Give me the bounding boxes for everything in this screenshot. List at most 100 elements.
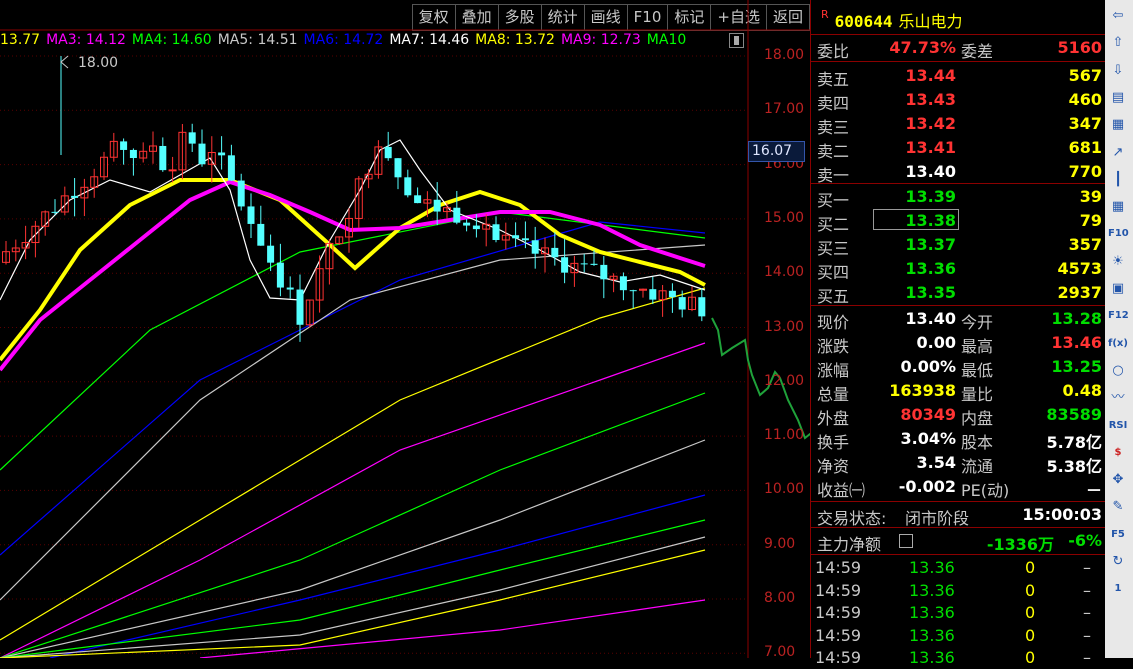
stat-value-2: 13.46 bbox=[1051, 333, 1102, 352]
buy-row[interactable]: 买五 13.35 2937 bbox=[811, 281, 1106, 306]
stat-row: 总量 163938 量比 0.48 bbox=[811, 379, 1106, 404]
pencil-icon[interactable]: ✎ bbox=[1108, 497, 1128, 517]
stat-label-2: 最高 bbox=[961, 337, 994, 356]
buy-volume: 39 bbox=[1079, 187, 1102, 206]
weicha-label: 委差 bbox=[961, 42, 994, 61]
buy-row[interactable]: 买一 13.39 39 bbox=[811, 185, 1106, 210]
price-axis-label: 14.00 bbox=[764, 264, 805, 281]
kline-chart-area[interactable]: 复权 叠加 多股 统计 画线 F10 标记 +自选 返回 13.77 MA3: 14.12 MA4:… bbox=[0, 0, 810, 660]
sell-row[interactable]: 卖三 13.42 347 bbox=[811, 112, 1106, 137]
wave-icon[interactable]: 〰 bbox=[1108, 388, 1128, 408]
s-dollar-icon[interactable]: $ bbox=[1108, 443, 1128, 463]
sell-price: 13.43 bbox=[905, 90, 956, 109]
bulb-icon[interactable]: ☀ bbox=[1108, 252, 1128, 272]
main-flow-row[interactable]: 主力净额 -1336万 -6% bbox=[811, 529, 1106, 554]
candle-body bbox=[227, 155, 235, 181]
stat-value: 0.00% bbox=[900, 357, 956, 376]
candle-body bbox=[472, 225, 480, 230]
tick-row: 14:59 13.36 0 – bbox=[811, 580, 1106, 602]
fvx-icon[interactable]: f(x) bbox=[1108, 334, 1128, 354]
stock-name: 乐山电力 bbox=[898, 12, 963, 31]
stat-value: -0.002 bbox=[898, 477, 956, 496]
buy-volume: 79 bbox=[1079, 211, 1102, 230]
candle-body bbox=[71, 195, 79, 198]
f-info-icon[interactable]: ▣ bbox=[1108, 279, 1128, 299]
f12-icon[interactable]: F12 bbox=[1108, 306, 1129, 326]
ma-line bbox=[0, 439, 706, 658]
ma-thick-magenta bbox=[0, 179, 706, 372]
sell-row[interactable]: 卖五 13.44 567 bbox=[811, 64, 1106, 89]
candle-body bbox=[463, 222, 471, 226]
tool-sidebar: ⇦ ⇧ ⇩ ▤ ▦ ↗ ┃ ▦ F10 ☀ ▣ F12 f(x) ○ 〰 RSI $ ✥ ✎ F5 ↻ 1 bbox=[1105, 0, 1133, 658]
candle-body bbox=[668, 290, 676, 298]
f-report-icon[interactable]: ▤ bbox=[1108, 88, 1128, 108]
candle-icon[interactable]: ┃ bbox=[1108, 170, 1128, 190]
tick-t: 14:59 bbox=[815, 625, 862, 645]
stock-code: 600644 bbox=[834, 12, 893, 31]
candle-body bbox=[218, 152, 226, 156]
stat-row: 换手 3.04% 股本 5.78亿 bbox=[811, 427, 1106, 452]
stat-value: 13.40 bbox=[905, 309, 956, 328]
tick-q: 0 bbox=[1025, 580, 1036, 600]
tick-row: 14:59 13.36 0 – bbox=[811, 625, 1106, 647]
tick-q: 0 bbox=[1025, 625, 1036, 645]
candle-body bbox=[267, 245, 275, 263]
price-axis-label: 8.00 bbox=[764, 590, 796, 606]
stat-value: 80349 bbox=[900, 405, 956, 424]
arrow-up-icon[interactable]: ⇧ bbox=[1108, 33, 1128, 53]
candle-body bbox=[414, 195, 422, 204]
sell-row[interactable]: 卖一 13.40 770 bbox=[811, 160, 1106, 185]
tick-d: – bbox=[1083, 603, 1091, 622]
stat-label-2: 流通 bbox=[961, 457, 994, 476]
candle-body bbox=[198, 143, 206, 165]
stat-value-2: 13.28 bbox=[1051, 309, 1102, 328]
stat-label: 外盘 bbox=[817, 409, 850, 428]
rsi-icon[interactable]: RSI bbox=[1108, 416, 1128, 436]
candle-body bbox=[159, 145, 167, 171]
grid-icon[interactable]: ▦ bbox=[1108, 197, 1128, 217]
f10-icon[interactable]: F10 bbox=[1108, 224, 1129, 244]
weicha-value: 5160 bbox=[1057, 38, 1102, 57]
trend-icon[interactable]: ↗ bbox=[1108, 143, 1128, 163]
sell-row[interactable]: 卖四 13.43 460 bbox=[811, 88, 1106, 113]
ma-line bbox=[0, 519, 706, 658]
stat-label: 收益㈠ bbox=[817, 481, 866, 500]
buy-volume: 2937 bbox=[1057, 283, 1102, 302]
kline-chart: 18.00 bbox=[0, 0, 810, 658]
stat-value-2: 5.78亿 bbox=[1046, 433, 1102, 452]
candle-body bbox=[257, 223, 265, 246]
arrow-left-icon[interactable]: ⇦ bbox=[1108, 6, 1128, 26]
r-mark: R bbox=[821, 8, 829, 21]
buy-row[interactable]: 买三 13.37 357 bbox=[811, 233, 1106, 258]
circle-icon[interactable]: ○ bbox=[1108, 361, 1128, 381]
candle-body bbox=[698, 297, 706, 317]
buy-row[interactable]: 买二 13.38 79 bbox=[811, 209, 1106, 234]
move-icon[interactable]: ✥ bbox=[1108, 470, 1128, 490]
1-icon[interactable]: 1 bbox=[1108, 579, 1128, 599]
stat-row: 收益㈠ -0.002 PE(动) － bbox=[811, 475, 1106, 500]
sell-volume: 681 bbox=[1068, 138, 1102, 157]
stat-row: 涨幅 0.00% 最低 13.25 bbox=[811, 355, 1106, 380]
current-price-marker: 16.07 bbox=[748, 141, 805, 162]
buy-row[interactable]: 买四 13.36 4573 bbox=[811, 257, 1106, 282]
refresh-icon[interactable]: ↻ bbox=[1108, 552, 1128, 572]
buy-price: 13.38 bbox=[905, 211, 956, 230]
f5-icon[interactable]: F5 bbox=[1108, 525, 1128, 545]
sell-row[interactable]: 卖二 13.41 681 bbox=[811, 136, 1106, 161]
table-icon[interactable]: ▦ bbox=[1108, 115, 1128, 135]
main-flow-icon[interactable] bbox=[899, 534, 913, 548]
stat-label-2: 今开 bbox=[961, 313, 994, 332]
stat-label: 换手 bbox=[817, 433, 850, 452]
candle-body bbox=[678, 297, 686, 310]
candle-body bbox=[404, 177, 412, 196]
trade-status-row: 交易状态: 闭市阶段 15:00:03 bbox=[811, 503, 1106, 528]
arrow-down-icon[interactable]: ⇩ bbox=[1108, 61, 1128, 81]
projection-line bbox=[711, 317, 810, 440]
tick-t: 14:59 bbox=[815, 558, 862, 577]
ma-thick-yellow bbox=[0, 178, 706, 362]
sell-volume: 460 bbox=[1068, 90, 1102, 109]
stat-value-2: 13.25 bbox=[1051, 357, 1102, 376]
stat-value-2: － bbox=[1085, 481, 1102, 500]
weibi-row: 委比 47.73% 委差 5160 bbox=[811, 36, 1106, 61]
stat-value: 163938 bbox=[889, 381, 956, 400]
